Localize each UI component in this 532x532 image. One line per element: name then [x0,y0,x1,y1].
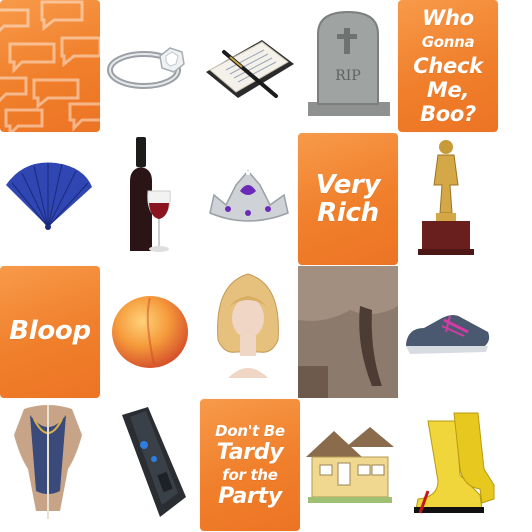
phrase-line: Gonna [421,33,475,51]
tiara-image[interactable] [200,133,300,265]
phrase-line: Rich [317,198,379,228]
diamond-ring-image[interactable] [100,0,200,132]
sneaker-image[interactable] [398,266,498,398]
rip-tombstone-image[interactable]: RIP [300,0,400,132]
phrase-line: Bloop [9,316,91,347]
yellow-heels-image[interactable] [398,399,498,531]
taser-image[interactable] [100,399,200,531]
folding-fan-icon [6,162,92,230]
phrase-very-rich[interactable]: Very Rich [298,133,398,265]
mannequin-wig-icon [217,273,279,378]
phrase-text: Who Gonna Check Me, Boo? [409,6,487,126]
dress-form-image[interactable] [0,399,100,531]
phrase-line: Me, [426,78,470,102]
blue-fan-image[interactable] [0,133,100,265]
house-icon [306,427,394,503]
phrase-line: Party [218,484,282,509]
phrase-bloop[interactable]: Bloop [0,266,100,398]
phrase-text: Bloop [5,316,95,347]
peach-image[interactable] [100,266,200,398]
high-heels-icon [414,412,495,514]
red-wine-image[interactable] [100,133,200,265]
house-image[interactable] [298,399,398,531]
phrase-line: Very [315,170,381,200]
tiara-icon [209,169,289,222]
diamond-ring-icon [107,47,185,89]
phrase-text: Very Rich [312,171,384,227]
phrase-line: Check [413,54,483,78]
checkbook-pen-icon [206,40,294,98]
checkbook-pen-image[interactable] [200,0,300,132]
phrase-text: Don't Be Tardy for the Party [211,421,289,509]
phrase-line: Who [422,6,474,30]
donkey-tail-image[interactable] [298,266,398,398]
meme-grid: RIP Who Gonna Check Me, Boo? Very Rich B… [0,0,532,532]
phrase-line: Don't Be [215,422,285,440]
phrase-line: for the [222,466,278,484]
sneaker-icon [406,315,490,354]
phrase-who-gonna-check-me-boo[interactable]: Who Gonna Check Me, Boo? [398,0,498,132]
phrase-line: Boo? [420,102,476,126]
phrase-dont-be-tardy[interactable]: Don't Be Tardy for the Party [200,399,300,531]
donkey-icon [298,266,398,398]
speech-bubble-pattern-icon [0,0,100,132]
peach-icon [112,296,188,368]
tombstone-icon: RIP [308,10,390,116]
taser-icon [122,407,186,517]
dress-form-icon [14,405,82,519]
trophy-statue-image[interactable] [398,133,498,265]
tombstone-engraving: RIP [335,68,361,84]
trophy-icon [418,140,474,255]
wine-bottle-glass-icon [130,137,171,252]
pattern-tile[interactable] [0,0,100,132]
phrase-line: Tardy [216,440,284,465]
blonde-wig-image[interactable] [200,266,300,398]
